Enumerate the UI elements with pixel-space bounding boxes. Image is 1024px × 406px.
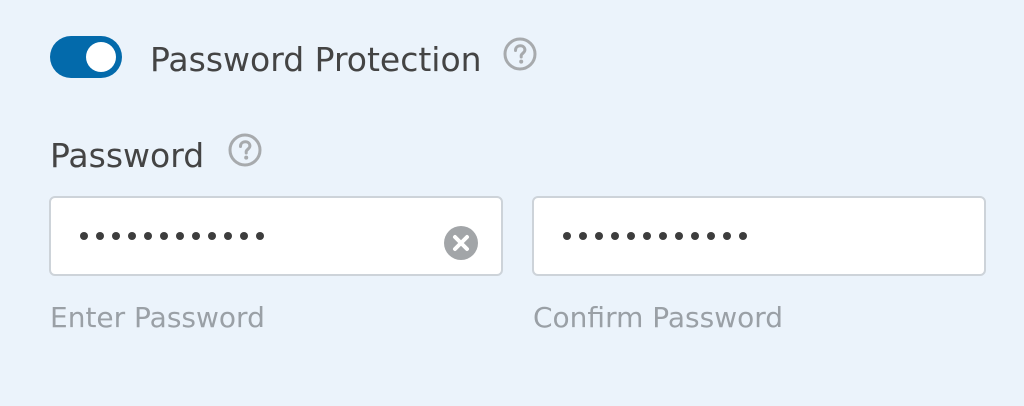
password-mask-dot: [224, 232, 232, 240]
password-mask-dot: [240, 232, 248, 240]
password-mask-dot: [723, 232, 731, 240]
confirm-password-sublabel: Confirm Password: [533, 301, 784, 334]
question-circle-icon[interactable]: [502, 36, 538, 72]
password-mask-dot: [595, 232, 603, 240]
password-mask-dot: [144, 232, 152, 240]
masked-password-value: [563, 198, 747, 274]
password-mask-dot: [611, 232, 619, 240]
password-mask-dot: [579, 232, 587, 240]
password-mask-dot: [192, 232, 200, 240]
password-mask-dot: [128, 232, 136, 240]
clear-x-icon[interactable]: [443, 225, 479, 261]
password-mask-dot: [176, 232, 184, 240]
confirm-password-input[interactable]: [532, 196, 986, 276]
password-mask-dot: [643, 232, 651, 240]
password-mask-dot: [691, 232, 699, 240]
password-label: Password: [50, 136, 205, 175]
password-protection-toggle[interactable]: [50, 36, 122, 78]
password-mask-dot: [563, 232, 571, 240]
password-mask-dot: [256, 232, 264, 240]
enter-password-input[interactable]: [49, 196, 503, 276]
password-protection-label: Password Protection: [150, 40, 482, 79]
password-mask-dot: [208, 232, 216, 240]
password-mask-dot: [739, 232, 747, 240]
password-mask-dot: [96, 232, 104, 240]
password-mask-dot: [112, 232, 120, 240]
toggle-knob: [86, 42, 116, 72]
password-mask-dot: [160, 232, 168, 240]
password-mask-dot: [80, 232, 88, 240]
enter-password-sublabel: Enter Password: [50, 301, 265, 334]
password-mask-dot: [707, 232, 715, 240]
password-mask-dot: [675, 232, 683, 240]
masked-password-value: [80, 198, 264, 274]
password-mask-dot: [659, 232, 667, 240]
question-circle-icon[interactable]: [227, 132, 263, 168]
password-mask-dot: [627, 232, 635, 240]
